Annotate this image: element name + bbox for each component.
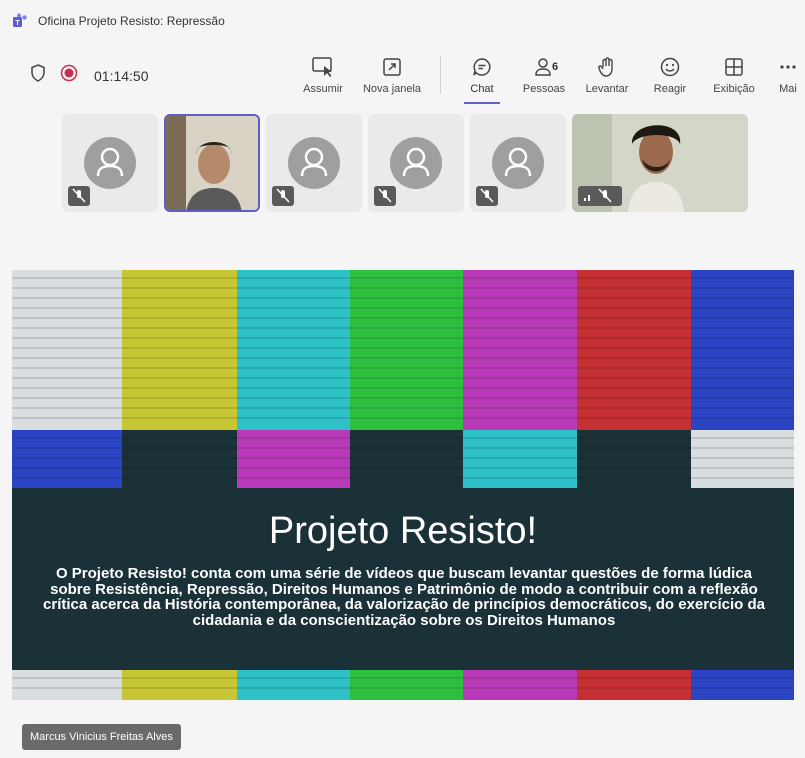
mic-muted-icon — [374, 186, 396, 206]
react-button[interactable]: Reagir — [638, 54, 702, 95]
avatar-placeholder-icon — [390, 137, 442, 189]
meeting-toolbar: 01:14:50 Assumir Nova janela Chat Pessoa… — [0, 42, 805, 108]
title-bar: T Oficina Projeto Resisto: Repressão — [0, 0, 805, 42]
people-count-badge: 6 — [552, 61, 559, 73]
chat-button[interactable]: Chat — [450, 54, 514, 95]
mic-muted-icon — [272, 186, 294, 206]
shield-icon[interactable] — [30, 64, 46, 87]
raise-hand-label: Levantar — [585, 83, 629, 95]
take-control-button[interactable]: Assumir — [291, 54, 355, 95]
raise-hand-icon — [596, 54, 618, 80]
new-window-label: Nova janela — [362, 83, 422, 95]
slide-title: Projeto Resisto! — [268, 510, 538, 552]
view-button[interactable]: Exibição — [702, 54, 766, 95]
avatar-placeholder-icon — [492, 137, 544, 189]
chat-icon — [471, 54, 493, 80]
window-title: Oficina Projeto Resisto: Repressão — [38, 14, 225, 28]
react-label: Reagir — [653, 83, 687, 95]
participant-tile[interactable] — [62, 114, 158, 212]
recording-icon — [60, 64, 78, 87]
participant-video — [166, 116, 258, 210]
mic-muted-icon — [68, 186, 90, 206]
active-tab-indicator — [464, 102, 500, 104]
view-label: Exibição — [713, 83, 755, 95]
teams-logo-icon: T — [12, 13, 28, 29]
more-button[interactable]: Mai — [768, 54, 805, 95]
presenter-name-tag: Marcus Vinicius Freitas Alves — [22, 724, 181, 750]
participant-video-tile[interactable] — [572, 114, 748, 212]
avatar-placeholder-icon — [84, 137, 136, 189]
new-window-button[interactable]: Nova janela — [360, 54, 424, 95]
new-window-icon — [381, 54, 403, 80]
participant-tile[interactable] — [470, 114, 566, 212]
toolbar-divider — [440, 56, 441, 94]
participant-video-tile[interactable] — [164, 114, 260, 212]
people-label: Pessoas — [522, 83, 566, 95]
participant-tile[interactable] — [266, 114, 362, 212]
shared-screen: Projeto Resisto! O Projeto Resisto! cont… — [12, 270, 794, 700]
take-control-icon — [311, 54, 335, 80]
meeting-timer: 01:14:50 — [94, 67, 149, 84]
take-control-label: Assumir — [303, 83, 343, 95]
svg-text:T: T — [15, 20, 20, 27]
avatar-placeholder-icon — [288, 137, 340, 189]
mic-muted-icon — [476, 186, 498, 206]
slide-body-text: O Projeto Resisto! conta com uma série d… — [43, 565, 765, 629]
more-dots-icon — [777, 54, 799, 80]
smiley-icon — [659, 54, 681, 80]
signal-mic-muted-icon — [578, 186, 622, 206]
color-bars-graphic — [12, 270, 794, 700]
people-button[interactable]: Pessoas — [512, 54, 576, 95]
participant-strip — [0, 108, 805, 220]
grid-view-icon — [723, 54, 745, 80]
participant-tile[interactable] — [368, 114, 464, 212]
chat-label: Chat — [470, 83, 494, 95]
raise-hand-button[interactable]: Levantar — [575, 54, 639, 95]
more-label: Mai — [779, 83, 797, 95]
